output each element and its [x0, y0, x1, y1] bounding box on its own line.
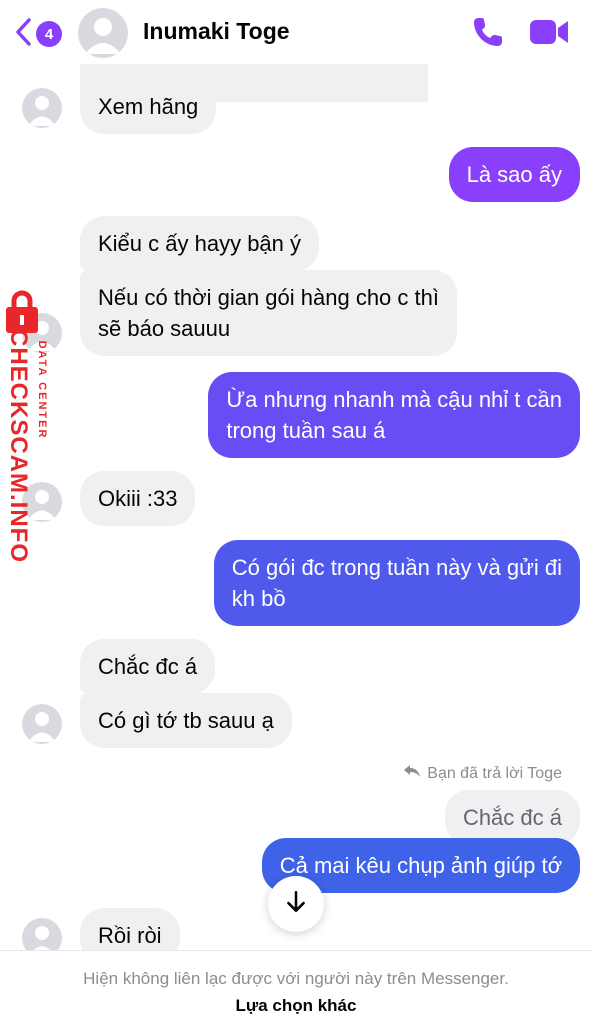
message-bubble-outgoing[interactable]: Có gói đc trong tuần này và gửi đi kh bồ	[213, 540, 580, 626]
message-bubble-outgoing[interactable]: Ừa nhưng nhanh mà cậu nhỉ t cần trong tu…	[208, 372, 580, 458]
message-text: Là sao ấy	[466, 162, 562, 187]
back-button[interactable]: 4	[14, 16, 66, 52]
other-options-link[interactable]: Lựa chọn khác	[0, 996, 592, 1016]
reply-note-text: Bạn đã trả lời Toge	[427, 764, 562, 782]
video-camera-icon[interactable]	[528, 16, 570, 48]
message-text: Okiii :33	[98, 486, 178, 511]
message-text: Xem hãng	[98, 94, 199, 119]
sender-avatar[interactable]	[22, 313, 62, 353]
message-text-line: Ừa nhưng nhanh mà cậu nhỉ t cần	[226, 387, 562, 412]
contact-name[interactable]: Inumaki Toge	[143, 18, 290, 45]
message-text-line: Có gói đc trong tuần này và gửi đi	[231, 555, 562, 580]
message-bubble-incoming[interactable]: Okiii :33	[80, 471, 196, 526]
unread-count-badge: 4	[36, 21, 62, 47]
chat-header: 4 Inumaki Toge	[0, 0, 592, 64]
phone-icon[interactable]	[470, 14, 506, 50]
message-text: Kiểu c ấy hayy bận ý	[98, 231, 302, 256]
message-bubble-incoming[interactable]: Có gì tớ tb sauu ạ	[80, 693, 292, 748]
composer-unavailable-footer: Hiện không liên lạc được với người này t…	[0, 950, 592, 1024]
unavailable-notice: Hiện không liên lạc được với người này t…	[83, 969, 509, 988]
quoted-text: Chắc đc á	[462, 805, 562, 830]
message-bubble-incoming[interactable]: Kiểu c ấy hayy bận ý	[80, 216, 320, 271]
message-bubble-incoming[interactable]: Nếu có thời gian gói hàng cho c thì sẽ b…	[80, 270, 457, 356]
sender-avatar[interactable]	[22, 482, 62, 522]
message-text-line: Nếu có thời gian gói hàng cho c thì	[98, 285, 439, 310]
message-bubble-incoming[interactable]: Chắc đc á	[80, 639, 216, 694]
message-text: Cả mai kêu chụp ảnh giúp tớ	[279, 853, 562, 878]
reply-context-note: Bạn đã trả lời Toge	[403, 763, 562, 784]
message-text-line: sẽ báo sauuu	[98, 316, 231, 341]
sender-avatar[interactable]	[22, 88, 62, 128]
message-text-line: trong tuần sau á	[226, 418, 386, 443]
watermark-big-text: CHECKSCAM.INFO	[5, 329, 32, 563]
quoted-message[interactable]: Chắc đc á	[444, 790, 580, 845]
message-text: Rồi ròi	[98, 923, 162, 948]
message-bubble-incoming[interactable]: Xem hãng	[80, 79, 217, 134]
chevron-left-icon	[14, 17, 34, 52]
arrow-down-icon	[283, 889, 309, 920]
scroll-to-bottom-button[interactable]	[268, 876, 324, 932]
contact-avatar[interactable]	[78, 8, 128, 58]
message-bubble-outgoing[interactable]: Là sao ấy	[448, 147, 580, 202]
sender-avatar[interactable]	[22, 704, 62, 744]
message-text: Có gì tớ tb sauu ạ	[98, 708, 274, 733]
message-text: Chắc đc á	[98, 654, 198, 679]
message-text-line: kh bồ	[231, 586, 286, 611]
reply-arrow-icon	[403, 763, 421, 784]
